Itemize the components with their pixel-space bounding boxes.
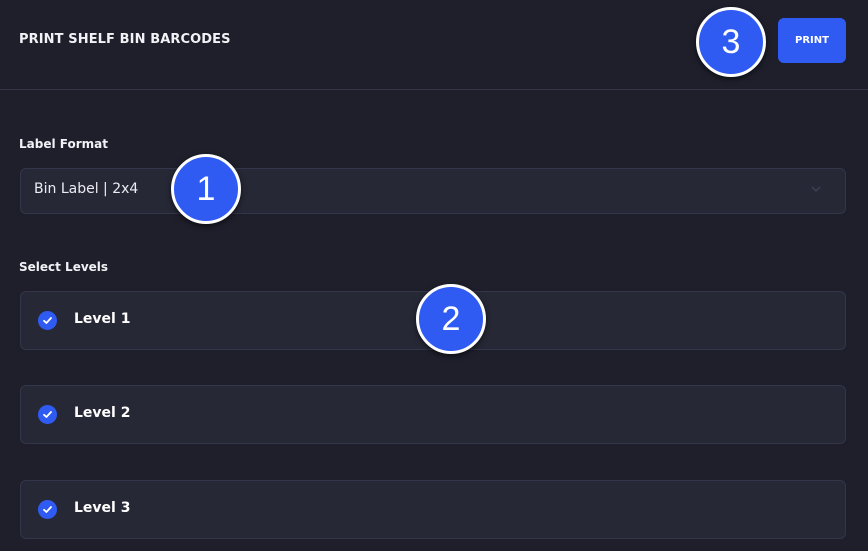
print-button[interactable]: PRINT [778, 18, 846, 63]
check-circle-icon[interactable] [38, 500, 57, 519]
label-format-heading: Label Format [19, 137, 108, 151]
level-label: Level 2 [74, 405, 131, 421]
level-label: Level 3 [74, 500, 131, 516]
callout-2: 2 [416, 284, 486, 354]
page-title: PRINT SHELF BIN BARCODES [19, 32, 231, 47]
check-circle-icon[interactable] [38, 311, 57, 330]
callout-1: 1 [171, 154, 241, 224]
check-circle-icon[interactable] [38, 405, 57, 424]
level-label: Level 1 [74, 311, 131, 327]
callout-3: 3 [696, 7, 766, 77]
level-row-3[interactable]: Level 3 [20, 480, 846, 539]
label-format-select[interactable]: Bin Label | 2x4 [20, 168, 846, 214]
level-row-2[interactable]: Level 2 [20, 385, 846, 444]
chevron-down-icon [811, 186, 821, 192]
label-format-value: Bin Label | 2x4 [34, 181, 139, 197]
select-levels-heading: Select Levels [19, 260, 109, 274]
